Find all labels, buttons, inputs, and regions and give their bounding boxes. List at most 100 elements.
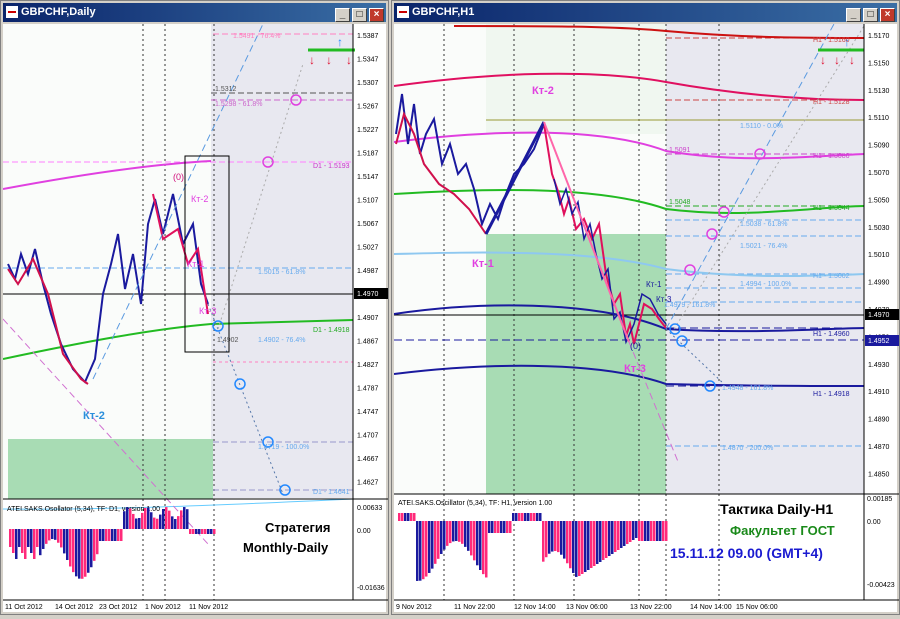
price-tick-label: 1.5067 xyxy=(357,221,379,228)
oscillator-bar xyxy=(617,521,620,550)
wave-label: Кт-3 xyxy=(656,295,672,304)
current-price-label: 1.4970 xyxy=(357,291,379,298)
oscillator-bar xyxy=(491,521,494,533)
h1-chart-window[interactable]: GBPCHF,H1 _ □ × ↑ ↓ ↓ ↓ H1 - 1.5160 H1 -… xyxy=(391,0,900,615)
oscillator-bar xyxy=(57,529,60,543)
up-arrow-icon: ↑ xyxy=(337,35,343,49)
price-tick-label: 1.4907 xyxy=(357,315,379,322)
oscillator-bar xyxy=(87,529,90,573)
oscillator-bar xyxy=(575,521,578,577)
oscillator-bar xyxy=(69,529,72,567)
oscillator-bar xyxy=(539,513,542,521)
second-price-label: 1.4952 xyxy=(868,338,890,345)
oscillator-bar xyxy=(506,521,509,533)
oscillator-bar xyxy=(174,518,177,529)
daily-green-zone xyxy=(8,439,213,499)
wave-label: (0) xyxy=(173,172,184,182)
level-label: 1.4994 - 100.0% xyxy=(740,281,791,288)
maximize-button[interactable]: □ xyxy=(352,8,367,22)
price-tick-label: 1.5387 xyxy=(357,33,379,40)
h1-chart-svg[interactable]: ↑ ↓ ↓ ↓ H1 - 1.5160 H1 - 1.5128 1.5110 -… xyxy=(393,23,899,614)
level-label: H1 - 1.5086 xyxy=(813,153,850,160)
level-label: H1 - 1.5160 xyxy=(813,37,850,44)
oscillator-bar xyxy=(452,521,455,542)
oscillator-bar xyxy=(473,521,476,561)
oscillator-bar xyxy=(192,529,195,534)
close-button[interactable]: × xyxy=(880,8,895,22)
oscillator-bar xyxy=(117,529,120,541)
oscillator-bar xyxy=(458,521,461,542)
level-label: 1.5048 xyxy=(669,199,691,206)
oscillator-bar xyxy=(431,521,434,569)
wave-label: Кт-3 xyxy=(624,363,646,375)
oscillator-bar xyxy=(111,529,114,541)
close-button[interactable]: × xyxy=(369,8,384,22)
oscillator-bar xyxy=(569,521,572,569)
h1-chart-area[interactable]: ↑ ↓ ↓ ↓ H1 - 1.5160 H1 - 1.5128 1.5110 -… xyxy=(393,23,899,614)
wave-label: Кт-1 xyxy=(472,258,494,270)
date-label: 11 Oct 2012 xyxy=(5,604,43,611)
oscillator-bar xyxy=(563,521,566,559)
oscillator-bar xyxy=(587,521,590,570)
price-tick-label: 1.4850 xyxy=(868,471,890,478)
oscillator-bar xyxy=(551,521,554,552)
oscillator-bar xyxy=(180,510,183,529)
price-tick-label: 1.4910 xyxy=(868,389,890,396)
daily-window-titlebar[interactable]: GBPCHF,Daily _ □ × xyxy=(3,3,386,22)
oscillator-bar xyxy=(81,529,84,579)
oscillator-zero-label: 0.00 xyxy=(867,519,881,526)
price-tick-label: 1.4707 xyxy=(357,433,379,440)
oscillator-bar xyxy=(461,521,464,544)
oscillator-bar xyxy=(416,521,419,581)
oscillator-bar xyxy=(90,529,93,568)
daily-chart-window[interactable]: GBPCHF,Daily _ □ × ↑ ↓ ↓ ↓ 1.5312 1.5298… xyxy=(0,0,389,615)
oscillator-bar xyxy=(189,529,192,534)
oscillator-bar xyxy=(599,521,602,562)
oscillator-bar xyxy=(201,529,204,534)
current-price-label: 1.4970 xyxy=(868,312,890,319)
oscillator-bar xyxy=(536,513,539,521)
wave-label: Кт-2 xyxy=(83,410,105,422)
oscillator-bar xyxy=(545,521,548,558)
price-scale: 1.5387 1.5347 1.5307 1.5267 1.5227 1.5187 1.51… xyxy=(357,33,379,487)
wave-label: Кт-3 xyxy=(199,306,216,316)
price-tick-label: 1.4990 xyxy=(868,280,890,287)
daily-chart-svg[interactable]: ↑ ↓ ↓ ↓ 1.5312 1.5298 - 61.8% 1.5491 - 7… xyxy=(2,23,388,614)
oscillator-bar xyxy=(120,529,123,541)
oscillator-bar xyxy=(488,521,491,533)
oscillator-bar xyxy=(108,529,111,541)
oscillator-bar xyxy=(159,514,162,529)
oscillator-bar xyxy=(422,521,425,580)
oscillator-bar xyxy=(171,516,174,529)
date-label: 14 Nov 14:00 xyxy=(690,604,732,611)
tactic-title: Тактика Daily-H1 xyxy=(720,501,833,517)
price-tick-label: 1.5010 xyxy=(868,252,890,259)
oscillator-bar xyxy=(557,521,560,553)
oscillator-bar xyxy=(650,521,653,541)
level-label: 1.5491 - 76.4% xyxy=(233,33,280,40)
oscillator-bar xyxy=(635,521,638,538)
level-label: 1.5015 - 61.8% xyxy=(258,269,305,276)
oscillator-bar xyxy=(647,521,650,541)
oscillator-bar xyxy=(27,529,30,547)
oscillator-bar xyxy=(404,513,407,521)
oscillator-bar xyxy=(72,529,75,573)
chart-window-icon xyxy=(397,6,409,18)
oscillator-bar xyxy=(18,529,21,547)
price-tick-label: 1.4890 xyxy=(868,417,890,424)
level-label: 1.4948 - 161.8% xyxy=(722,385,773,392)
oscillator-bar xyxy=(12,529,15,553)
maximize-button[interactable]: □ xyxy=(863,8,878,22)
level-label: 1.5038 - 61.8% xyxy=(740,221,787,228)
oscillator-bar xyxy=(665,521,668,541)
level-label: H1 - 1.4960 xyxy=(813,331,850,338)
daily-chart-area[interactable]: ↑ ↓ ↓ ↓ 1.5312 1.5298 - 61.8% 1.5491 - 7… xyxy=(2,23,388,614)
oscillator-bar xyxy=(638,521,641,541)
oscillator-bar xyxy=(51,529,54,540)
h1-window-titlebar[interactable]: GBPCHF,H1 _ □ × xyxy=(394,3,897,22)
oscillator-bar xyxy=(608,521,611,556)
minimize-button[interactable]: _ xyxy=(335,8,350,22)
level-label: H1 - 1.5044 xyxy=(813,205,850,212)
oscillator-bar xyxy=(476,521,479,566)
minimize-button[interactable]: _ xyxy=(846,8,861,22)
